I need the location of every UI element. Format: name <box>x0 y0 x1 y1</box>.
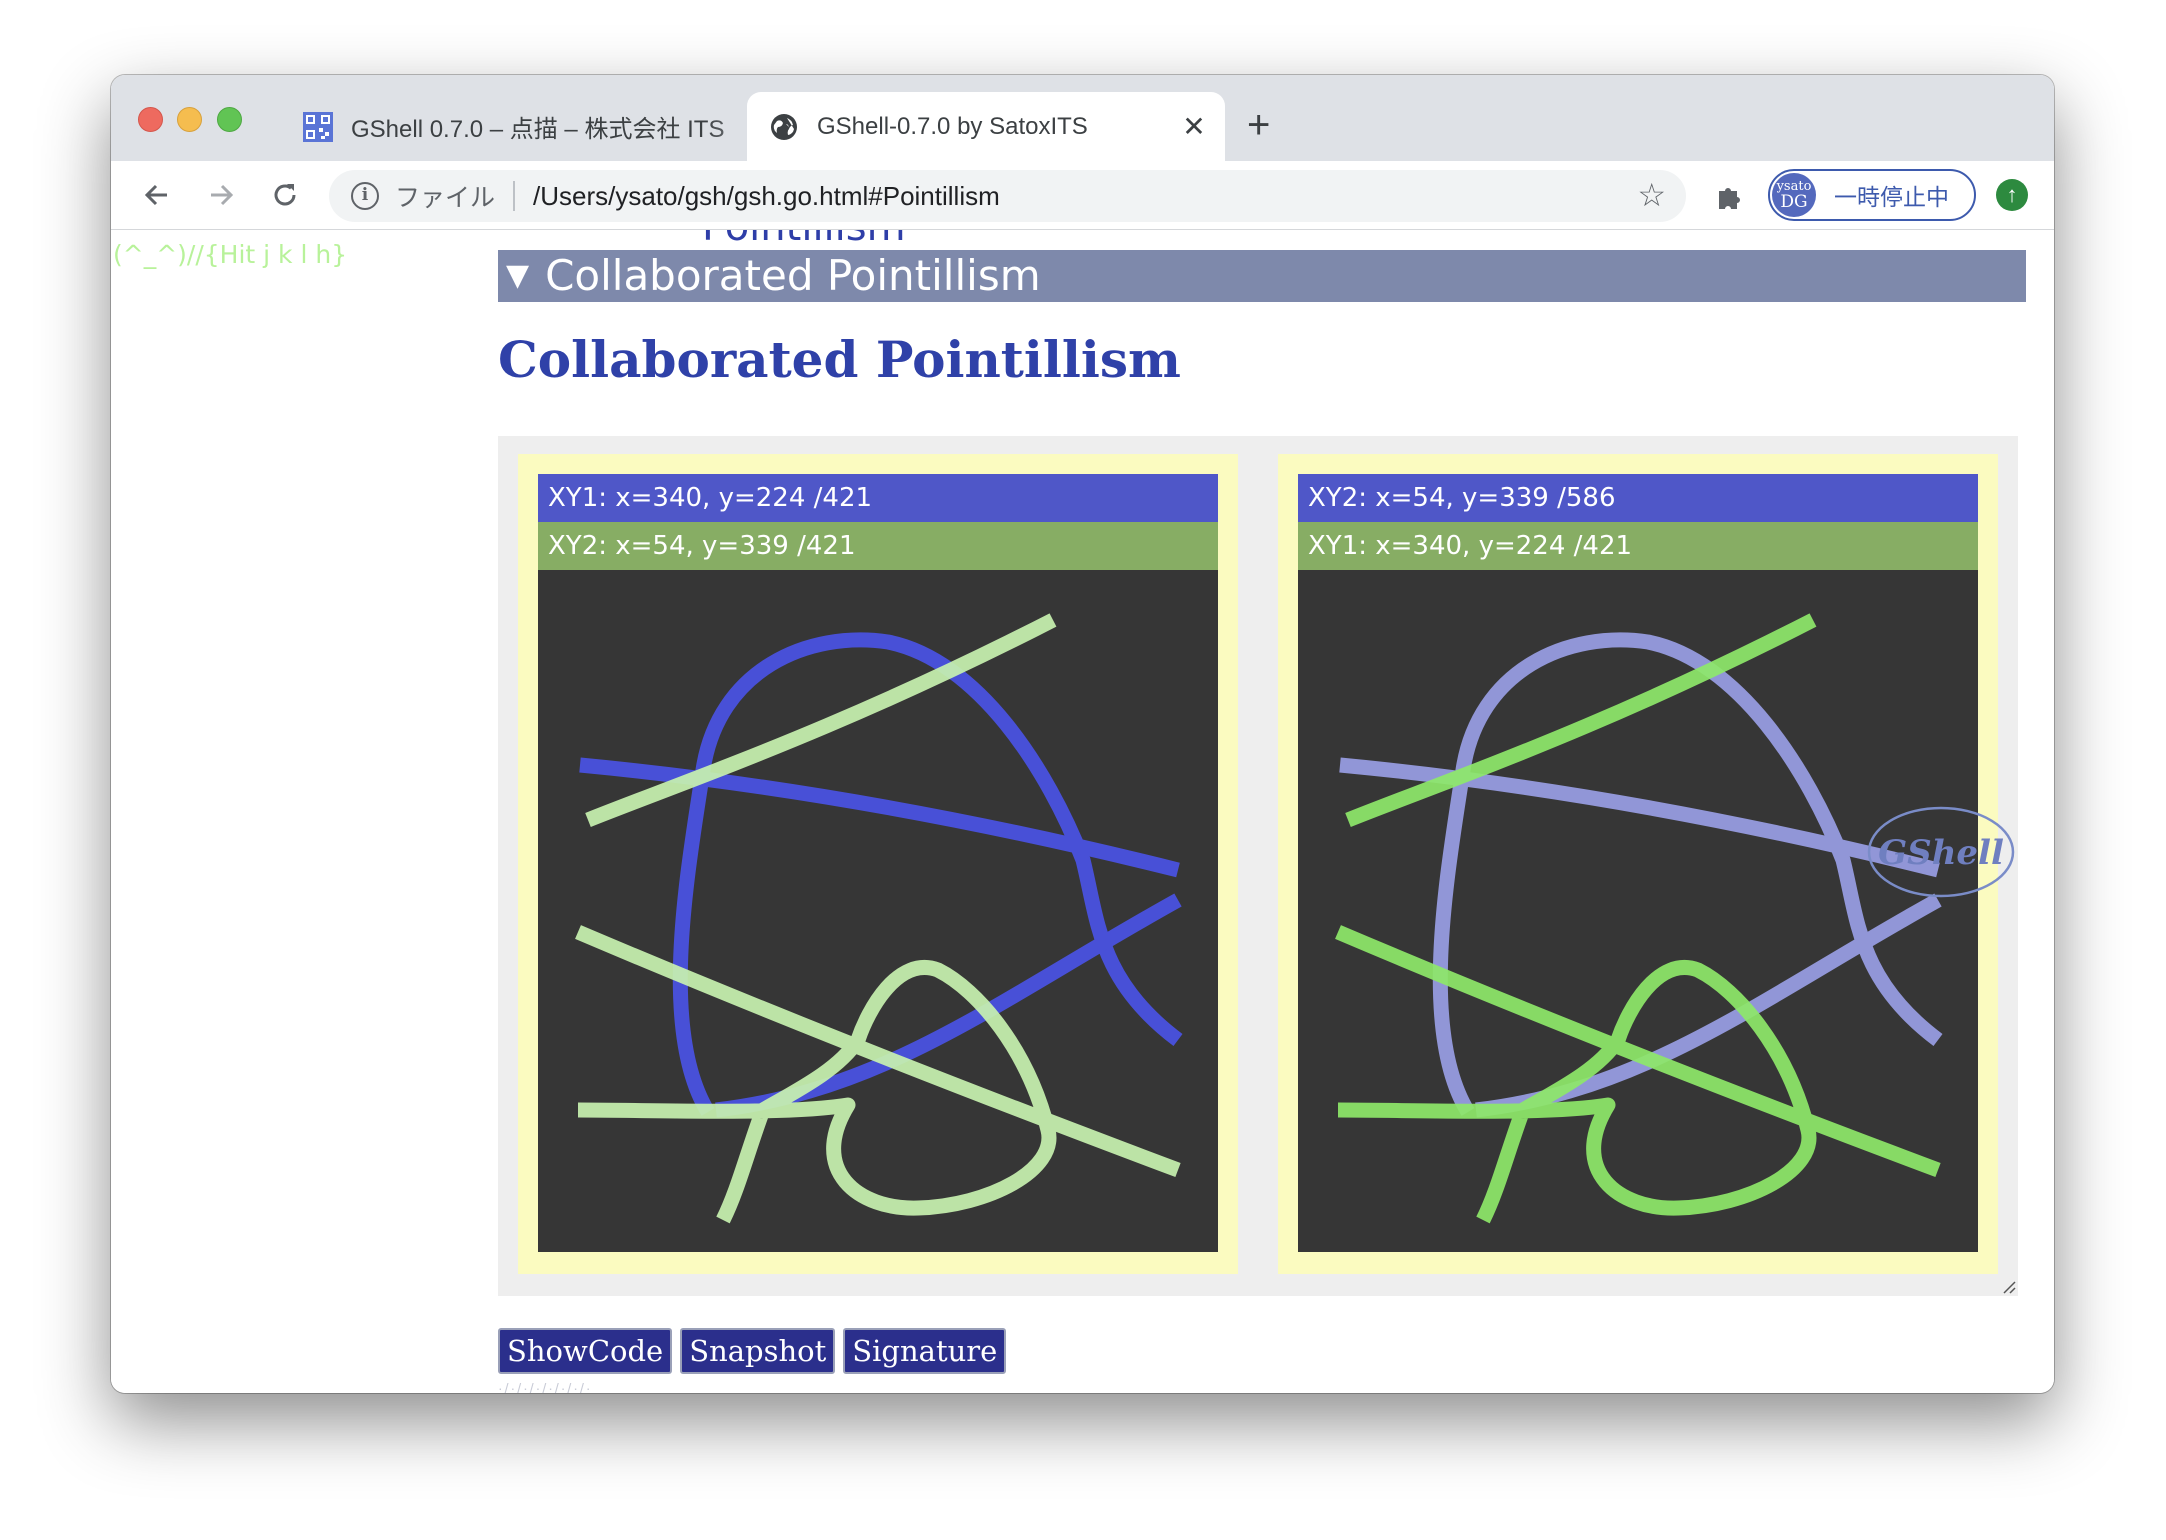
light-green-strokes <box>575 613 1181 1224</box>
profile-status-label: 一時停止中 <box>1834 184 1949 210</box>
show-code-button[interactable]: ShowCode <box>498 1328 673 1374</box>
site-info-icon[interactable]: i <box>351 182 379 210</box>
previous-section-label: ·······Pointillism <box>613 230 906 250</box>
browser-window: GShell 0.7.0 – 点描 – 株式会社 ITS ✕ GShell-0.… <box>111 75 2054 1393</box>
gshell-watermark-logo: GShell <box>1867 806 2015 898</box>
page-content: (^_^)//{Hit j k l h} ·······Pointillism … <box>111 230 2054 1393</box>
url-text[interactable]: /Users/ysato/gsh/gsh.go.html#Pointillism <box>533 181 1000 212</box>
pointillism-board: XY1: x=340, y=224 /421 XY2: x=54, y=339 … <box>498 436 2018 1296</box>
avatar-line1: ysato <box>1776 178 1812 194</box>
globe-icon <box>771 113 797 140</box>
maximize-window-button[interactable] <box>217 107 242 132</box>
avatar-line2: DG <box>1780 191 1808 212</box>
panel-status-bar-2: XY1: x=340, y=224 /421 <box>1298 522 1978 570</box>
drawing-canvas-2[interactable] <box>1298 570 1978 1252</box>
previous-section-text: Pointillism <box>702 230 906 250</box>
tab-strip: GShell 0.7.0 – 点描 – 株式会社 ITS ✕ GShell-0.… <box>111 75 2054 161</box>
light-green-long-stroke <box>575 925 1181 1178</box>
qr-code-icon <box>303 111 333 142</box>
section-summary-text: Collaborated Pointillism <box>545 251 1041 300</box>
decorative-dots: ·/·/·/·/·/·/·/· <box>498 1380 593 1393</box>
update-arrow-icon[interactable]: ↑ <box>1996 179 2028 211</box>
reload-icon[interactable] <box>265 175 305 215</box>
page-title: Collaborated Pointillism <box>498 330 1181 389</box>
bright-green-strokes <box>1335 613 1941 1224</box>
close-window-button[interactable] <box>138 107 163 132</box>
new-tab-button[interactable]: + <box>1247 105 1270 145</box>
bookmark-star-icon[interactable]: ☆ <box>1637 176 1666 214</box>
snapshot-button[interactable]: Snapshot <box>680 1328 836 1374</box>
browser-toolbar: i ファイル /Users/ysato/gsh/gsh.go.html#Poin… <box>111 161 2054 230</box>
profile-button[interactable]: ysato DG 一時停止中 <box>1768 169 1976 221</box>
back-arrow-icon[interactable] <box>137 175 177 215</box>
tab-title: GShell 0.7.0 – 点描 – 株式会社 ITS <box>351 116 725 143</box>
minimize-window-button[interactable] <box>177 107 202 132</box>
avatar: ysato DG <box>1772 173 1816 217</box>
address-separator <box>513 181 516 211</box>
section-summary-toggle[interactable]: ▼ Collaborated Pointillism <box>498 250 2026 302</box>
extensions-puzzle-icon[interactable] <box>1713 181 1745 213</box>
forward-arrow-icon[interactable] <box>201 175 241 215</box>
tab-title: GShell-0.7.0 by SatoxITS <box>817 112 1088 140</box>
panel-status-bar-1: XY1: x=340, y=224 /421 <box>538 474 1218 522</box>
signature-button[interactable]: Signature <box>843 1328 1007 1374</box>
tab-gshell-satoxits[interactable]: GShell-0.7.0 by SatoxITS ✕ <box>747 92 1225 161</box>
scheme-label: ファイル <box>395 184 496 212</box>
watermark-text: GShell <box>1878 833 2004 873</box>
bright-green-long-stroke <box>1335 925 1941 1178</box>
drawing-canvas-1[interactable] <box>538 570 1218 1252</box>
panel-status-bar-1: XY2: x=54, y=339 /586 <box>1298 474 1978 522</box>
disclosure-triangle-icon: ▼ <box>506 258 530 293</box>
address-bar[interactable]: i ファイル /Users/ysato/gsh/gsh.go.html#Poin… <box>329 170 1686 222</box>
drawing-panel-1: XY1: x=340, y=224 /421 XY2: x=54, y=339 … <box>518 454 1238 1274</box>
action-buttons: ShowCode Snapshot Signature <box>498 1328 1007 1374</box>
panel-status-bar-2: XY2: x=54, y=339 /421 <box>538 522 1218 570</box>
tab-close-icon[interactable]: ✕ <box>1181 110 1207 143</box>
key-hint: (^_^)//{Hit j k l h} <box>113 240 348 269</box>
resize-handle-icon[interactable] <box>2000 1278 2016 1294</box>
